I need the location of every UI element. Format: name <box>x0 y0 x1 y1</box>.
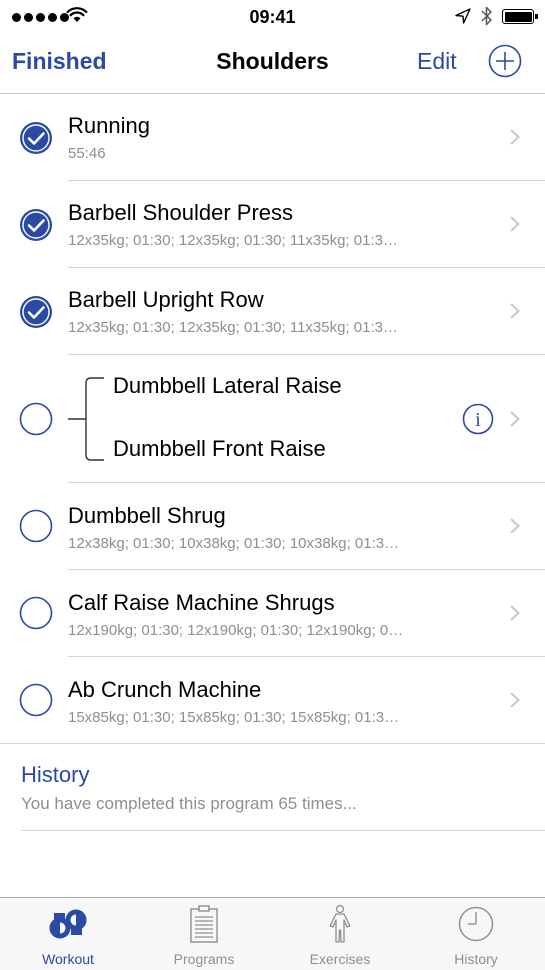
exercise-subtitle: 55:46 <box>68 145 106 162</box>
superset-row[interactable]: Dumbbell Lateral Raise Dumbbell Front Ra… <box>0 355 545 483</box>
empty-circle-icon[interactable] <box>19 402 53 436</box>
exercise-subtitle: 15x85kg; 01:30; 15x85kg; 01:30; 15x85kg;… <box>68 709 400 726</box>
chevron-right-icon <box>510 411 520 427</box>
page-title: Shoulders <box>216 48 329 74</box>
edit-button[interactable]: Edit <box>417 48 457 75</box>
tab-exercises[interactable]: Exercises <box>272 898 408 970</box>
exercise-subtitle: 12x35kg; 01:30; 12x35kg; 01:30; 11x35kg;… <box>68 232 398 249</box>
checkmark-circle-icon[interactable] <box>19 121 53 155</box>
body-figure-icon <box>329 904 351 943</box>
empty-circle-icon[interactable] <box>19 509 53 543</box>
exercise-title: Barbell Shoulder Press <box>68 200 294 225</box>
tab-label: Workout <box>42 951 94 967</box>
exercise-row[interactable]: Running 55:46 <box>0 95 545 181</box>
exercise-row[interactable]: Calf Raise Machine Shrugs 12x190kg; 01:3… <box>0 570 545 657</box>
checkmark-circle-icon[interactable] <box>19 295 53 329</box>
status-bar: 09:41 <box>0 0 545 36</box>
bluetooth-icon <box>481 6 492 26</box>
chevron-right-icon <box>510 303 520 319</box>
clipboard-icon <box>190 905 218 943</box>
navigation-bar: Finished Shoulders Edit <box>0 36 545 94</box>
workout-icon <box>49 909 87 939</box>
superset-exercise-title: Dumbbell Lateral Raise <box>113 373 342 398</box>
exercise-subtitle: 12x190kg; 01:30; 12x190kg; 01:30; 12x190… <box>68 622 404 639</box>
svg-text:i: i <box>475 409 481 431</box>
empty-circle-icon[interactable] <box>19 596 53 630</box>
exercise-row[interactable]: Barbell Upright Row 12x35kg; 01:30; 12x3… <box>0 268 545 355</box>
exercise-title: Barbell Upright Row <box>68 287 264 312</box>
exercise-subtitle: 12x38kg; 01:30; 10x38kg; 01:30; 10x38kg;… <box>68 535 400 552</box>
clock-icon <box>458 906 494 942</box>
chevron-right-icon <box>510 692 520 708</box>
tab-programs[interactable]: Programs <box>136 898 272 970</box>
history-link[interactable]: History <box>21 762 89 788</box>
history-summary: You have completed this program 65 times… <box>21 794 357 813</box>
tab-label: History <box>454 951 498 967</box>
exercise-title: Ab Crunch Machine <box>68 677 262 702</box>
chevron-right-icon <box>510 518 520 534</box>
location-arrow-icon <box>455 8 471 24</box>
row-separator <box>0 743 545 744</box>
tab-workout[interactable]: Workout <box>0 898 136 970</box>
exercise-title: Running <box>68 113 150 138</box>
superset-bracket-icon <box>68 377 104 461</box>
tab-history[interactable]: History <box>408 898 544 970</box>
chevron-right-icon <box>510 605 520 621</box>
exercise-title: Calf Raise Machine Shrugs <box>68 590 335 615</box>
exercise-title: Dumbbell Shrug <box>68 503 226 528</box>
history-separator <box>21 830 545 831</box>
exercise-row[interactable]: Dumbbell Shrug 12x38kg; 01:30; 10x38kg; … <box>0 483 545 570</box>
tab-label: Exercises <box>309 951 371 967</box>
superset-exercise-title: Dumbbell Front Raise <box>113 436 326 461</box>
exercise-row[interactable]: Barbell Shoulder Press 12x35kg; 01:30; 1… <box>0 181 545 268</box>
checkmark-circle-icon[interactable] <box>19 208 53 242</box>
info-icon[interactable]: i <box>462 403 494 435</box>
chevron-right-icon <box>510 129 520 145</box>
empty-circle-icon[interactable] <box>19 683 53 717</box>
tab-bar: Workout Programs Exercises History <box>0 897 545 970</box>
exercise-row[interactable]: Ab Crunch Machine 15x85kg; 01:30; 15x85k… <box>0 657 545 744</box>
chevron-right-icon <box>510 216 520 232</box>
plus-circle-icon[interactable] <box>488 44 522 78</box>
exercise-subtitle: 12x35kg; 01:30; 12x35kg; 01:30; 11x35kg;… <box>68 319 398 336</box>
tab-label: Programs <box>173 951 235 967</box>
battery-full-icon <box>502 9 538 24</box>
